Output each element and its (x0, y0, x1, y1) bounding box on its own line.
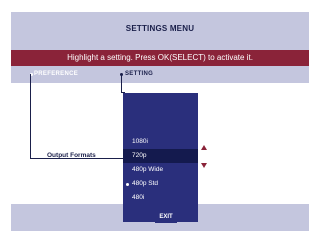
option-720p[interactable]: 720p (123, 149, 198, 163)
option-label: 480p Wide (132, 166, 164, 173)
menu-title: SETTINGS MENU (125, 24, 195, 33)
scroll-up-arrow-icon[interactable] (201, 145, 207, 150)
preference-header: PREFERENCE (34, 71, 79, 77)
option-1080i[interactable]: 1080i (123, 135, 198, 149)
setting-header: SETTING (125, 71, 154, 77)
option-label: 1080i (132, 138, 148, 145)
scroll-down-arrow-icon[interactable] (201, 163, 207, 168)
setting-connector-line (121, 74, 122, 93)
instruction-banner: Highlight a setting. Press OK(SELECT) to… (11, 50, 309, 66)
option-label: 480p Std (132, 180, 159, 187)
option-480p-std[interactable]: 480p Std (123, 177, 198, 191)
option-label: 720p (132, 152, 147, 159)
exit-button[interactable]: EXIT (155, 212, 177, 223)
current-setting-bullet-icon (126, 183, 129, 186)
option-480i[interactable]: 480i (123, 191, 198, 205)
output-format-list: 1080i 720p 480p Wide 480p Std 480i (123, 93, 198, 222)
output-formats-label[interactable]: Output Formats (47, 152, 96, 159)
tv-screen: SETTINGS MENU Highlight a setting. Press… (0, 0, 321, 246)
preference-connector-line (30, 74, 31, 158)
option-480p-wide[interactable]: 480p Wide (123, 163, 198, 177)
settings-menu-frame: SETTINGS MENU Highlight a setting. Press… (11, 12, 309, 231)
option-label: 480i (132, 194, 145, 201)
